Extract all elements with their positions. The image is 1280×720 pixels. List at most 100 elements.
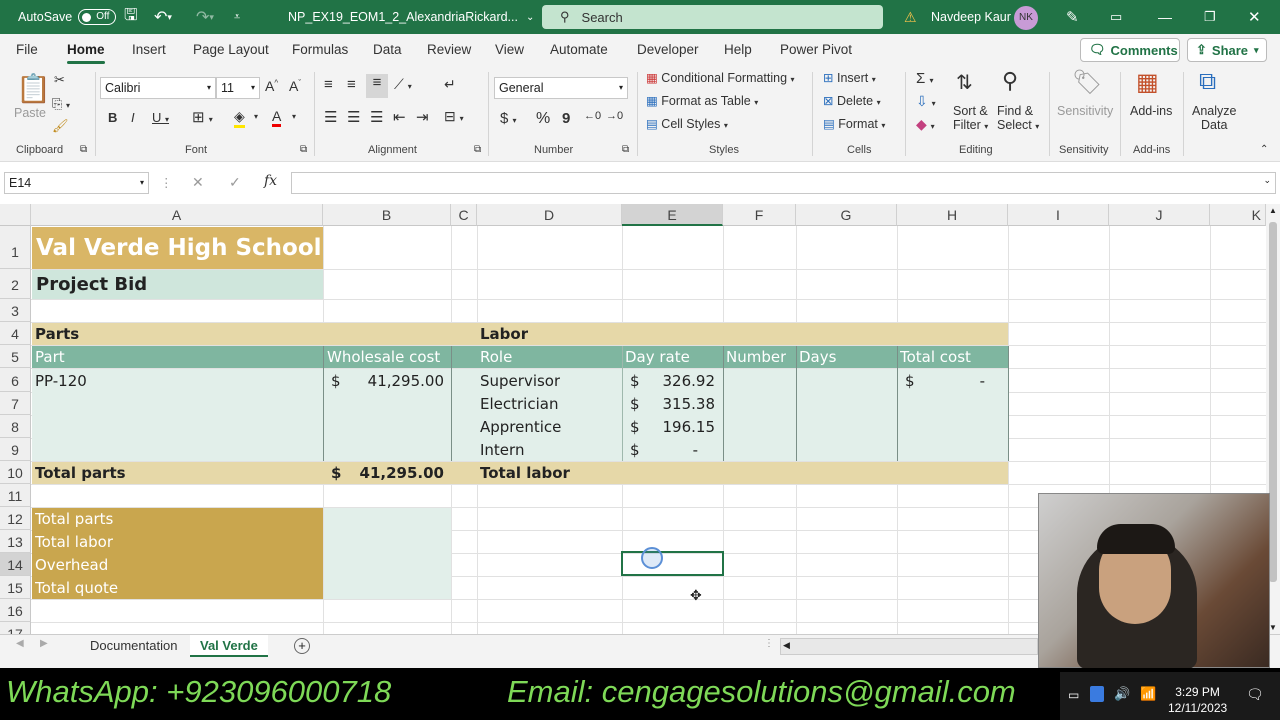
cell-styles-button[interactable]: ▤ Cell Styles ▾: [646, 116, 728, 131]
borders-icon[interactable]: ⊞ ▾: [192, 108, 213, 126]
fill-icon[interactable]: ⇩ ▾: [916, 93, 936, 110]
tab-home[interactable]: Home: [67, 34, 105, 66]
cancel-icon[interactable]: ✕: [192, 174, 204, 191]
column-header-c[interactable]: C: [451, 204, 477, 226]
comma-style-icon[interactable]: 9: [562, 110, 570, 127]
row-header-2[interactable]: 2: [0, 269, 31, 299]
tab-file[interactable]: File: [16, 34, 38, 66]
font-name-box[interactable]: Calibri ▾: [100, 77, 216, 99]
name-box[interactable]: E14 ▾: [4, 172, 149, 194]
user-name[interactable]: Navdeep Kaur: [931, 0, 1011, 34]
sheet-title[interactable]: Val Verde High School: [36, 232, 322, 264]
format-as-table-button[interactable]: ▦ Format as Table ▾: [646, 93, 758, 108]
decrease-font-icon[interactable]: Aˇ: [289, 78, 301, 94]
italic-icon[interactable]: I: [131, 110, 135, 125]
row-header-4[interactable]: 4: [0, 322, 31, 345]
format-painter-icon[interactable]: 🖌: [52, 118, 69, 134]
role-supervisor[interactable]: Supervisor: [480, 369, 560, 393]
select-all-corner[interactable]: [0, 204, 31, 226]
increase-indent-icon[interactable]: ⇥: [416, 108, 429, 126]
align-middle-icon[interactable]: ≡: [347, 76, 356, 93]
analyze-data-icon[interactable]: ⧉: [1199, 68, 1216, 96]
clipboard-launcher-icon[interactable]: ⧉: [80, 144, 87, 155]
conditional-formatting-button[interactable]: ▦ Conditional Formatting ▾: [646, 70, 795, 85]
currency-icon[interactable]: $ ▾: [500, 110, 517, 127]
rate-intern[interactable]: -: [640, 438, 698, 462]
decrease-decimal-icon[interactable]: →0: [606, 110, 623, 122]
enter-icon[interactable]: ✓: [229, 174, 241, 191]
increase-font-icon[interactable]: A^: [265, 78, 278, 94]
close-icon[interactable]: ✕: [1248, 0, 1261, 34]
align-left-icon[interactable]: ☰: [324, 108, 337, 126]
analyze-data-button[interactable]: Analyze Data: [1192, 104, 1236, 132]
scroll-left-icon[interactable]: ◀: [783, 640, 790, 651]
add-ins-button[interactable]: Add-ins: [1130, 104, 1172, 118]
row-header-5[interactable]: 5: [0, 345, 31, 368]
row-header-1[interactable]: 1: [0, 226, 31, 269]
labor-header[interactable]: Labor: [480, 323, 528, 345]
active-cell[interactable]: [621, 551, 724, 576]
comments-button[interactable]: 🗨 Comments: [1080, 38, 1180, 62]
add-sheet-icon[interactable]: +: [294, 638, 310, 654]
customize-qat-icon[interactable]: ⩡: [234, 0, 240, 34]
clock[interactable]: 3:29 PM 12/11/2023: [1168, 684, 1227, 716]
prev-sheet-icon[interactable]: ◀: [16, 638, 24, 649]
increase-decimal-icon[interactable]: ←0: [584, 110, 601, 122]
notification-icon[interactable]: 🗨: [1246, 686, 1264, 703]
part-column-header[interactable]: Part: [35, 346, 65, 368]
sheet-subtitle[interactable]: Project Bid: [36, 270, 147, 299]
undo-icon[interactable]: ↶ ▾: [154, 0, 172, 34]
percent-icon[interactable]: %: [536, 110, 550, 128]
number-column-header[interactable]: Number: [726, 346, 786, 368]
underline-icon[interactable]: U ▾: [152, 110, 169, 125]
column-header-d[interactable]: D: [477, 204, 622, 226]
days-column-header[interactable]: Days: [799, 346, 836, 368]
number-format-box[interactable]: General ▾: [494, 77, 628, 99]
next-sheet-icon[interactable]: ▶: [40, 638, 48, 649]
find-select-icon[interactable]: ⚲: [1002, 68, 1018, 94]
avatar[interactable]: NK: [1014, 6, 1038, 30]
totalcost-column-header[interactable]: Total cost: [900, 346, 971, 368]
add-ins-icon[interactable]: ▦: [1136, 68, 1159, 97]
sheet-tab-documentation[interactable]: Documentation: [80, 635, 187, 657]
warning-icon[interactable]: ⚠: [904, 0, 917, 34]
wholesale-column-header[interactable]: Wholesale cost: [327, 346, 440, 368]
rate-supervisor[interactable]: 326.92: [640, 369, 716, 393]
column-header-g[interactable]: G: [796, 204, 897, 226]
sort-filter-icon[interactable]: ⇅: [956, 70, 973, 95]
font-launcher-icon[interactable]: ⧉: [300, 144, 307, 155]
row-header-15[interactable]: 15: [0, 576, 31, 599]
bold-icon[interactable]: B: [108, 110, 117, 125]
rate-electrician[interactable]: 315.38: [640, 392, 716, 416]
autosum-icon[interactable]: Σ ▾: [916, 70, 933, 87]
row-header-9[interactable]: 9: [0, 438, 31, 461]
column-header-j[interactable]: J: [1109, 204, 1210, 226]
row-header-16[interactable]: 16: [0, 599, 31, 622]
role-electrician[interactable]: Electrician: [480, 392, 558, 416]
font-color-dropdown-icon[interactable]: ▾: [292, 112, 296, 121]
part-cost-cell[interactable]: 41,295.00: [343, 369, 444, 393]
summary-total-labor[interactable]: Total labor: [35, 531, 113, 554]
summary-overhead[interactable]: Overhead: [35, 554, 108, 577]
total-parts-value[interactable]: 41,295.00: [343, 462, 444, 484]
column-header-e[interactable]: E: [622, 204, 723, 226]
column-header-k[interactable]: K: [1210, 204, 1266, 226]
row-header-10[interactable]: 10: [0, 461, 31, 484]
align-bottom-icon[interactable]: ≡: [366, 74, 388, 98]
cut-icon[interactable]: ✂: [54, 72, 65, 88]
column-header-f[interactable]: F: [723, 204, 796, 226]
orientation-icon[interactable]: ⟋ ▾: [394, 76, 412, 93]
total-cost-cell[interactable]: -: [915, 369, 985, 393]
sheet-tab-val-verde[interactable]: Val Verde: [190, 635, 268, 657]
decrease-indent-icon[interactable]: ⇤: [393, 108, 406, 126]
total-parts-label[interactable]: Total parts: [35, 462, 126, 484]
tab-help[interactable]: Help: [724, 34, 752, 66]
minimize-icon[interactable]: —: [1158, 0, 1172, 34]
row-header-11[interactable]: 11: [0, 484, 31, 507]
delete-cells-button[interactable]: ⊠ Delete ▾: [823, 93, 881, 108]
row-header-8[interactable]: 8: [0, 415, 31, 438]
font-color-icon[interactable]: A: [272, 108, 282, 127]
sensitivity-icon[interactable]: 🏷: [1072, 68, 1102, 97]
column-header-a[interactable]: A: [31, 204, 323, 226]
parts-header[interactable]: Parts: [35, 323, 79, 345]
